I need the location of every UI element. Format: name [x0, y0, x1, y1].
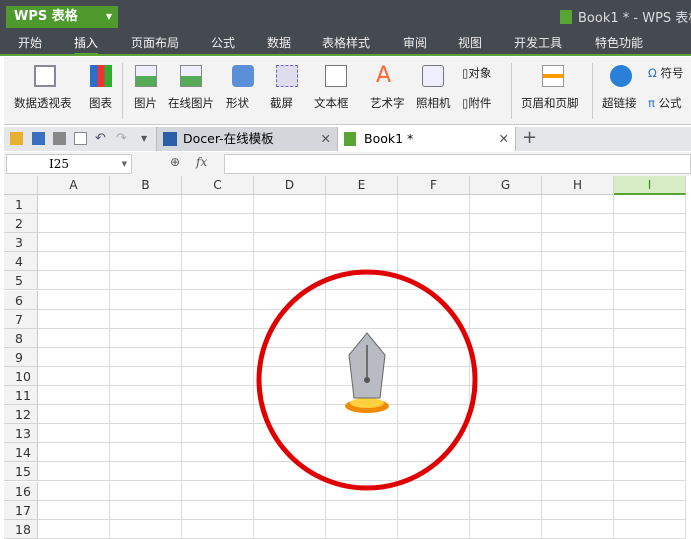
pen-nib-icon: [345, 332, 389, 413]
annotation-overlay: [256, 269, 478, 491]
